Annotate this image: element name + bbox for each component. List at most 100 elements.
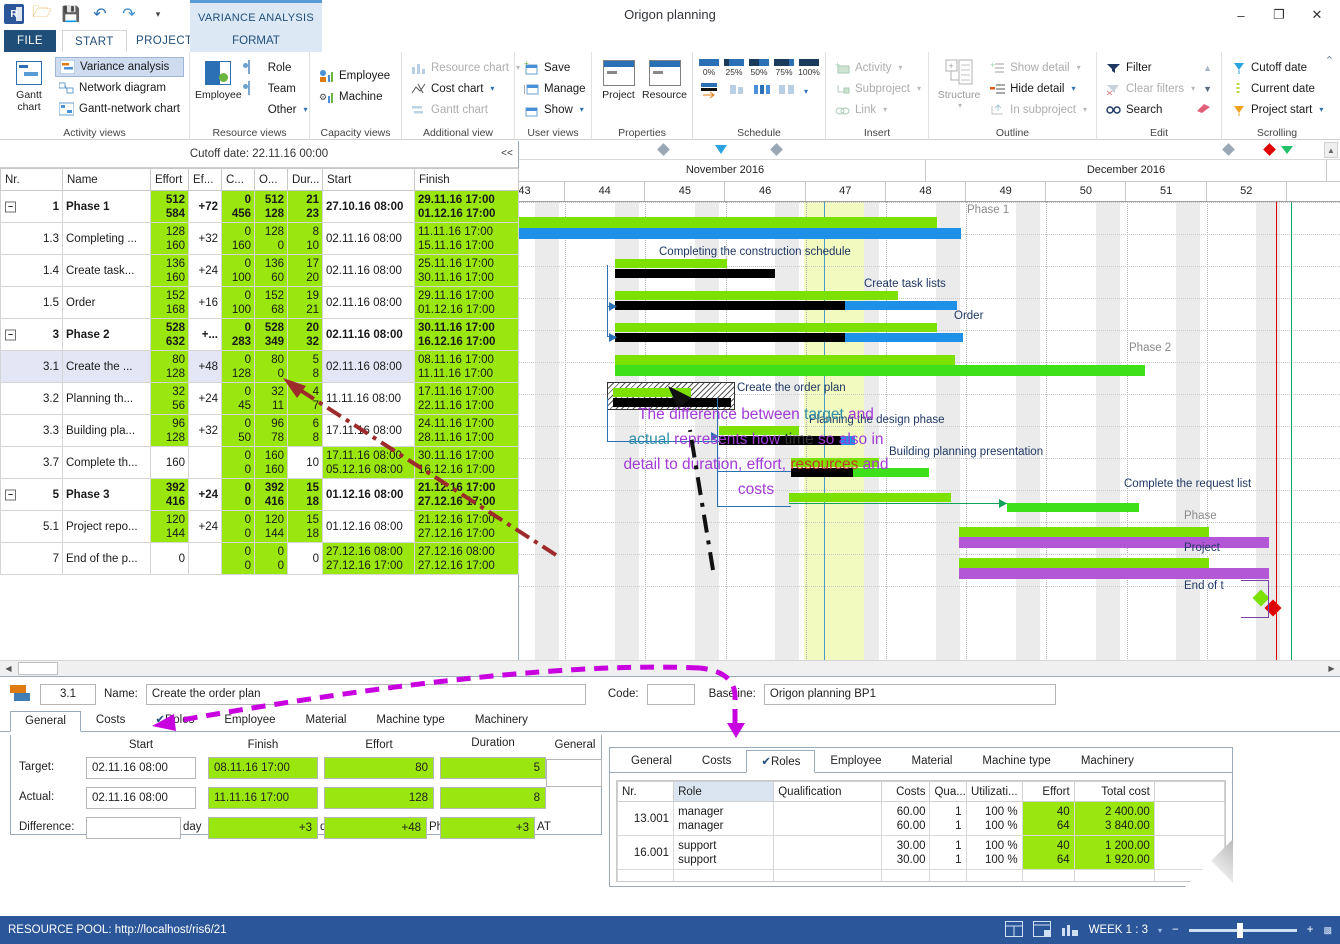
cell-effort-diff[interactable]: +24 [188, 254, 222, 287]
actual-finish-field[interactable]: 11.11.16 17:00 [208, 787, 318, 809]
cell-effort-diff[interactable] [188, 446, 222, 479]
table-row[interactable]: 1.5 Order 152 168 +16 0 100 152 68 19 21 02.11.16 0… [0, 286, 519, 319]
roles-cell-effort[interactable]: 40 64 [1021, 835, 1075, 870]
scroll-up-icon[interactable]: ▲ [1203, 63, 1212, 73]
col-costs[interactable]: C... [221, 168, 255, 191]
roles-cell-empty[interactable] [773, 869, 883, 881]
cell-effort[interactable]: 392 416 [150, 478, 189, 511]
collapse-ribbon-button[interactable]: ⌃ [1325, 54, 1334, 67]
cell-effort-diff[interactable]: +24 [188, 478, 222, 511]
cell-effort-diff[interactable] [188, 542, 222, 575]
gantt-bar-target[interactable] [615, 323, 937, 332]
roles-cell-quantity[interactable]: 11 [929, 835, 967, 870]
cell-name[interactable]: Phase 1 [62, 190, 151, 223]
cell-effort[interactable]: 128 160 [150, 222, 189, 255]
cell-duration[interactable]: 21 23 [287, 190, 323, 223]
detail-tab-material[interactable]: Material [291, 710, 362, 731]
cell-duration[interactable]: 20 32 [287, 318, 323, 351]
scroll-thumb[interactable] [18, 662, 58, 675]
roles-cell-qualification[interactable] [773, 801, 883, 836]
code-field[interactable] [646, 683, 695, 705]
cell-duration[interactable]: 17 20 [287, 254, 323, 287]
roles-col-nr[interactable]: Nr. [617, 781, 675, 802]
chevron-down-icon[interactable]: ▾ [490, 84, 494, 93]
vertical-scroll-up-button[interactable]: ▲ [1324, 142, 1338, 158]
roles-cell-role[interactable]: manager manager [673, 801, 775, 836]
manage-view-item[interactable]: Manage [520, 78, 590, 99]
table-row[interactable]: −5 Phase 3 392 416 +24 0 0 392 416 15 18 01.12.16 0… [0, 478, 519, 511]
roles-cell-empty[interactable] [673, 869, 775, 881]
roles-cell-empty[interactable] [929, 869, 967, 881]
progress-0-button[interactable]: 0% [698, 59, 720, 77]
row-expander[interactable]: − [5, 201, 16, 212]
tab-file[interactable]: FILE [4, 30, 56, 52]
roles-tab-material[interactable]: Material [897, 751, 968, 772]
diff-duration-field[interactable]: +3 [440, 817, 535, 839]
save-view-item[interactable]: + Save [520, 57, 590, 78]
scroll-left-button[interactable]: ◀ [0, 661, 17, 676]
target-duration-field[interactable]: 5 [440, 757, 546, 779]
cell-costs[interactable]: 0 100 [221, 254, 255, 287]
roles-cell-total-cost[interactable]: 1 200.00 1 920.00 [1073, 835, 1155, 870]
view-chart-icon[interactable] [1061, 921, 1079, 940]
eraser-icon[interactable] [1194, 102, 1212, 117]
gantt-bar-actual-rest[interactable] [845, 301, 957, 310]
cell-effort[interactable]: 120 144 [150, 510, 189, 543]
chevron-down-icon[interactable]: ▾ [804, 87, 808, 96]
table-row[interactable]: 3.1 Create the ... 80 128 +48 0 128 80 0 5 8 02.11.… [0, 350, 519, 383]
cell-duration[interactable]: 58 [287, 350, 323, 383]
roles-cell-empty[interactable] [1021, 869, 1075, 881]
other-resource-views-item[interactable]: Other ▾ [244, 99, 312, 120]
cutoff-date-item[interactable]: Cutoff date [1227, 57, 1327, 78]
roles-tab-roles[interactable]: ✔Roles [746, 750, 816, 773]
cell-start[interactable]: 01.12.16 08:00 [322, 478, 415, 511]
roles-cell-empty[interactable] [881, 869, 931, 881]
tab-format[interactable]: FORMAT [190, 30, 322, 52]
cell-costs[interactable]: 0 100 [221, 286, 255, 319]
target-effort-field[interactable]: 80 [324, 757, 434, 779]
actual-duration-field[interactable]: 8 [440, 787, 546, 809]
roles-row[interactable]: 13.001 manager manager 60.00 60.00 1 1 100 % 100… [617, 801, 1225, 836]
roles-cell-costs[interactable]: 60.00 60.00 [881, 801, 931, 836]
horizontal-scrollbar[interactable]: ◀ ▶ [0, 660, 1340, 676]
cell-start[interactable]: 17.11.16 08:00 [322, 414, 415, 447]
hide-detail-item[interactable]: Hide detail ▾ [986, 78, 1091, 99]
cell-open[interactable]: 96 78 [254, 414, 288, 447]
cell-effort-diff[interactable]: +24 [188, 382, 222, 415]
roles-tab-machine-type[interactable]: Machine type [967, 751, 1065, 772]
cell-open[interactable]: 128 0 [254, 222, 288, 255]
cell-effort-diff[interactable]: +48 [188, 350, 222, 383]
cell-nr[interactable]: 3.3 [0, 414, 63, 447]
cell-costs[interactable]: 00 [221, 542, 255, 575]
actual-start-field[interactable]: 02.11.16 08:00 [86, 787, 196, 809]
detail-tab-machinery[interactable]: Machinery [460, 710, 543, 731]
detail-tab-employee[interactable]: Employee [209, 710, 290, 731]
gantt-bar-actual[interactable] [959, 537, 1269, 548]
gantt-bar-target[interactable] [613, 388, 691, 397]
cell-duration[interactable]: 15 18 [287, 510, 323, 543]
cell-effort[interactable]: 512 584 [150, 190, 189, 223]
cell-name[interactable]: Planning th... [62, 382, 151, 415]
gantt-bar-target[interactable] [615, 291, 898, 300]
cell-open[interactable]: 32 11 [254, 382, 288, 415]
table-row[interactable]: 3.3 Building pla... 96 128 +32 0 50 96 78 6 8 17.11… [0, 414, 519, 447]
roles-col-total-cost[interactable]: Total cost [1073, 781, 1155, 802]
capacity-employee-item[interactable]: Employee [315, 65, 394, 86]
cell-effort[interactable]: 152 168 [150, 286, 189, 319]
network-diagram-item[interactable]: Network diagram [55, 77, 184, 98]
schedule-split-icon[interactable] [752, 81, 772, 102]
schedule-merge-icon[interactable] [777, 81, 797, 102]
roles-cell-quantity[interactable]: 11 [929, 801, 967, 836]
cell-open[interactable]: 160 160 [254, 446, 288, 479]
table-row[interactable]: 3.2 Planning th... 32 56 +24 0 45 32 11 4 7 11.11.1… [0, 382, 519, 415]
cell-name[interactable]: End of the p... [62, 542, 151, 575]
general-box[interactable] [546, 759, 602, 787]
col-effort-diff[interactable]: Ef... [188, 168, 222, 191]
cell-start[interactable]: 01.12.16 08:00 [322, 510, 415, 543]
variance-analysis-item[interactable]: Variance analysis [55, 57, 184, 77]
roles-cell-empty[interactable] [617, 869, 675, 881]
view-calendar-icon[interactable] [1032, 920, 1051, 940]
team-item[interactable]: Team [244, 78, 312, 99]
cell-nr[interactable]: 1.3 [0, 222, 63, 255]
cell-open[interactable]: 392 416 [254, 478, 288, 511]
